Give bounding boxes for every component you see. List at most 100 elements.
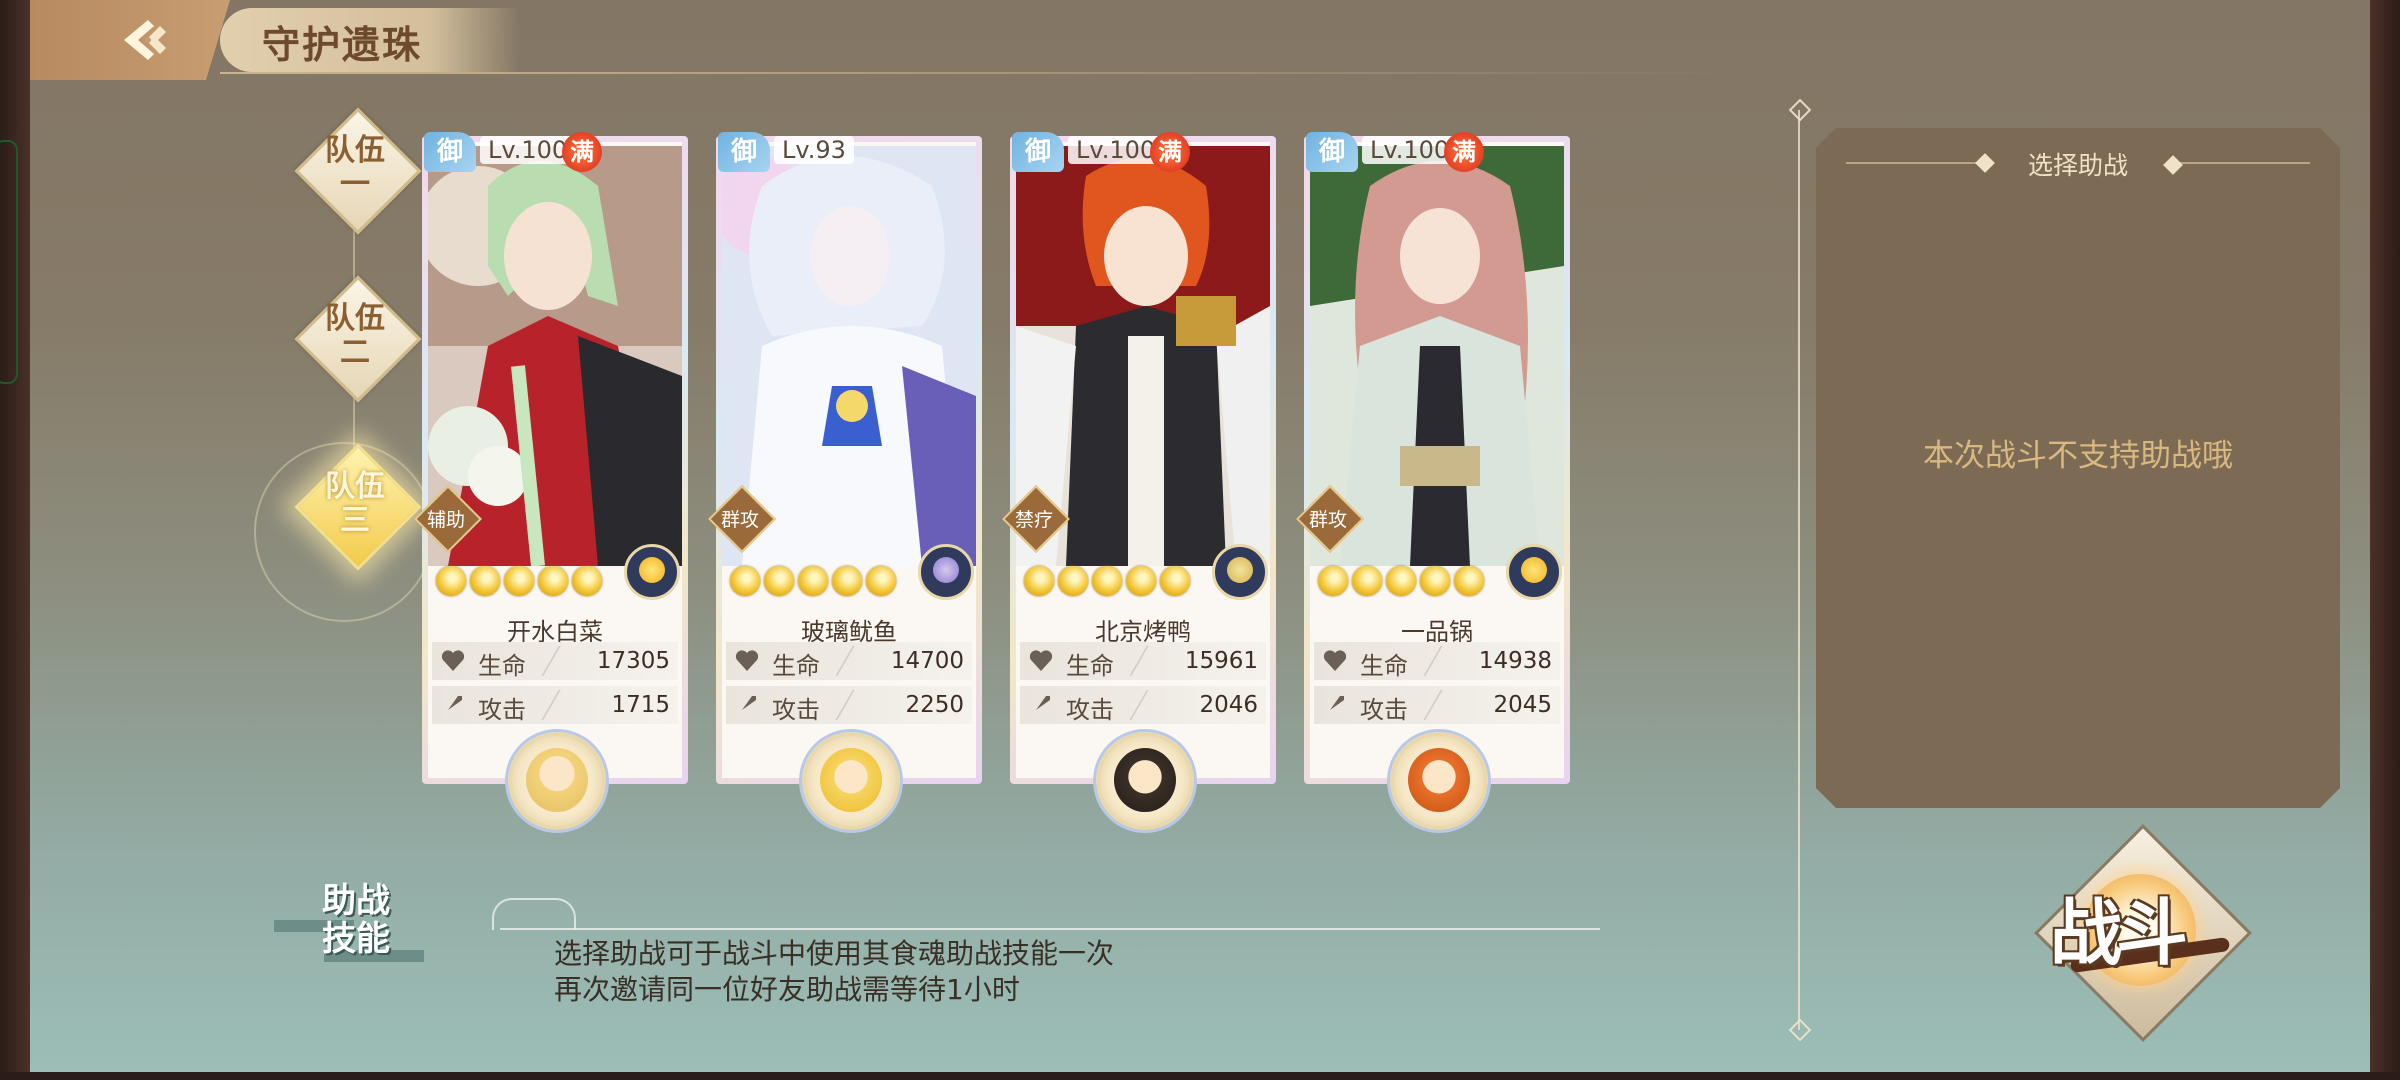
heart-icon — [441, 650, 465, 671]
assist-skill-line-1: 选择助战可于战斗中使用其食魂助战技能一次 — [554, 937, 1115, 970]
star-icon — [1454, 566, 1484, 596]
team-tab-1[interactable]: 队伍 一 — [294, 107, 422, 235]
hp-value: 15961 — [1184, 648, 1258, 674]
support-avatar[interactable] — [1096, 732, 1194, 830]
element-icon — [624, 544, 680, 600]
sword-icon — [738, 696, 756, 714]
role-label: 禁疗 — [1014, 509, 1053, 531]
max-level-tag: 满 — [562, 132, 602, 172]
rarity-tag: 御 — [1306, 132, 1358, 172]
team-label: 队伍 一 — [325, 133, 385, 202]
role-label: 群攻 — [720, 509, 759, 531]
star-rating — [1024, 566, 1194, 600]
role-label: 群攻 — [1308, 509, 1347, 531]
header: 守护遗珠 — [30, 0, 550, 80]
hp-label: 生命 — [1360, 652, 1408, 680]
hp-stat: 生命 14938 — [1314, 642, 1560, 680]
attack-stat: 攻击 1715 — [432, 686, 678, 724]
role-tag: 辅助 — [414, 485, 482, 553]
support-avatar[interactable] — [1390, 732, 1488, 830]
heart-icon — [1323, 650, 1347, 671]
team-tab-2[interactable]: 队伍 二 — [294, 275, 422, 403]
role-tag: 群攻 — [1296, 485, 1364, 553]
heart-icon — [1029, 650, 1053, 671]
element-icon — [1506, 544, 1562, 600]
hp-label: 生命 — [772, 652, 820, 680]
support-avatar[interactable] — [802, 732, 900, 830]
star-icon — [730, 566, 760, 596]
sword-icon — [444, 696, 462, 714]
game-screen: 守护遗珠 队伍 一 队伍 二 队伍 三 御 Lv.100 满 辅助 开水白菜 生… — [30, 0, 2370, 1072]
attack-label: 攻击 — [1360, 696, 1408, 724]
character-card-1[interactable]: 御 Lv.100 满 辅助 开水白菜 生命 17305 攻击 1715 — [414, 132, 688, 830]
star-rating — [436, 566, 606, 600]
right-bezel — [2370, 0, 2400, 1080]
header-divider — [220, 72, 1740, 74]
attack-value: 2045 — [1493, 692, 1552, 718]
assist-skill-line-2: 再次邀请同一位好友助战需等待1小时 — [554, 973, 1020, 1006]
star-icon — [1420, 566, 1450, 596]
level-text: Lv.100 — [1362, 136, 1458, 164]
page-title: 守护遗珠 — [262, 22, 423, 67]
assist-panel-title: 选择助战 — [2027, 151, 2128, 180]
element-icon — [918, 544, 974, 600]
assist-skill-badge: 助战 技能 — [274, 878, 424, 968]
level-text: Lv.93 — [774, 136, 854, 164]
star-icon — [1024, 566, 1054, 596]
level-badge: 御 Lv.100 满 — [1010, 132, 1190, 172]
role-tag: 群攻 — [708, 485, 776, 553]
character-card-2[interactable]: 御 Lv.93 群攻 玻璃鱿鱼 生命 14700 攻击 2250 — [708, 132, 982, 830]
heart-icon — [735, 650, 759, 671]
character-card-3[interactable]: 御 Lv.100 满 禁疗 北京烤鸭 生命 15961 攻击 2046 — [1002, 132, 1276, 830]
level-text: Lv.100 — [480, 136, 576, 164]
support-avatar[interactable] — [508, 732, 606, 830]
star-icon — [1092, 566, 1122, 596]
sword-icon — [1032, 696, 1050, 714]
attack-value: 2250 — [905, 692, 964, 718]
team-label: 队伍 二 — [325, 301, 385, 370]
camera-cutout — [0, 140, 18, 384]
bottom-bezel — [0, 1072, 2400, 1080]
back-button[interactable] — [30, 0, 230, 80]
skill-line-curl — [492, 898, 576, 930]
star-icon — [1160, 566, 1190, 596]
star-icon — [538, 566, 568, 596]
assist-skill-description: 选择助战可于战斗中使用其食魂助战技能一次 再次邀请同一位好友助战需等待1小时 — [554, 936, 1114, 1008]
attack-label: 攻击 — [478, 696, 526, 724]
fight-button[interactable]: 战斗 — [2034, 824, 2252, 1042]
hp-stat: 生命 14700 — [726, 642, 972, 680]
star-rating — [730, 566, 900, 600]
role-label: 辅助 — [426, 509, 465, 531]
star-icon — [1352, 566, 1382, 596]
hp-value: 14938 — [1478, 648, 1552, 674]
assist-panel: 选择助战 本次战斗不支持助战哦 — [1816, 128, 2340, 808]
star-icon — [572, 566, 602, 596]
star-icon — [798, 566, 828, 596]
hp-label: 生命 — [1066, 652, 1114, 680]
element-icon — [1212, 544, 1268, 600]
star-icon — [470, 566, 500, 596]
hp-stat: 生命 17305 — [432, 642, 678, 680]
level-badge: 御 Lv.93 — [716, 132, 896, 172]
hp-label: 生命 — [478, 652, 526, 680]
attack-value: 1715 — [611, 692, 670, 718]
fight-button-label: 战斗 — [2050, 890, 2188, 975]
hp-stat: 生命 15961 — [1020, 642, 1266, 680]
attack-stat: 攻击 2045 — [1314, 686, 1560, 724]
star-icon — [436, 566, 466, 596]
hp-value: 17305 — [596, 648, 670, 674]
star-icon — [1386, 566, 1416, 596]
max-level-tag: 满 — [1444, 132, 1484, 172]
back-arrow-icon — [124, 20, 166, 60]
level-badge: 御 Lv.100 满 — [422, 132, 602, 172]
star-icon — [504, 566, 534, 596]
star-icon — [866, 566, 896, 596]
hp-value: 14700 — [890, 648, 964, 674]
attack-stat: 攻击 2046 — [1020, 686, 1266, 724]
character-card-4[interactable]: 御 Lv.100 满 群攻 一品锅 生命 14938 攻击 2045 — [1296, 132, 1570, 830]
level-badge: 御 Lv.100 满 — [1304, 132, 1484, 172]
rarity-tag: 御 — [424, 132, 476, 172]
team-tab-3[interactable]: 队伍 三 — [294, 443, 422, 571]
star-rating — [1318, 566, 1488, 600]
assist-unavailable-message: 本次战斗不支持助战哦 — [1923, 438, 2233, 474]
